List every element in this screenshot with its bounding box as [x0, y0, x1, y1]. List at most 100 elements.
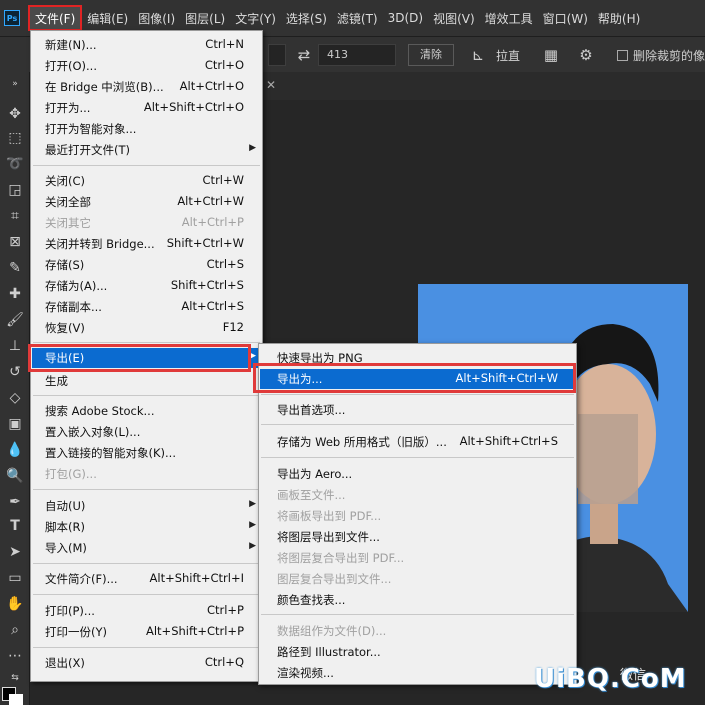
- submenu-item-render-video[interactable]: 渲染视频...: [260, 663, 575, 683]
- more-tools-icon[interactable]: ⋯: [5, 646, 25, 666]
- menu-separator: [33, 563, 260, 564]
- menu-item-revert[interactable]: 恢复(V) F12: [32, 318, 261, 338]
- submenu-item-export-aero[interactable]: 导出为 Aero...: [260, 464, 575, 484]
- menu-separator: [261, 394, 574, 395]
- gear-icon[interactable]: ⚙: [576, 45, 596, 65]
- site-watermark: UiBQ.CoM: [534, 664, 687, 694]
- eraser-tool-icon[interactable]: ◇: [5, 388, 25, 408]
- menu-item-close-others[interactable]: 关闭其它 Alt+Ctrl+P: [32, 213, 261, 233]
- menu-item-search-adobe-stock[interactable]: 搜索 Adobe Stock...: [32, 401, 261, 421]
- clear-button[interactable]: 清除: [408, 44, 454, 66]
- menu-item-open[interactable]: 打开(O)... Ctrl+O: [32, 56, 261, 76]
- tab-close-icon[interactable]: ✕: [266, 78, 276, 92]
- move-tool-icon[interactable]: ✥: [5, 104, 25, 124]
- menu-help[interactable]: 帮助(H): [593, 5, 645, 31]
- pen-tool-icon[interactable]: ✒: [5, 492, 25, 512]
- menu-item-close-all[interactable]: 关闭全部 Alt+Ctrl+W: [32, 192, 261, 212]
- delete-cropped-checkbox[interactable]: [617, 50, 628, 61]
- lasso-tool-icon[interactable]: ➰: [5, 154, 25, 174]
- gradient-tool-icon[interactable]: ▣: [5, 414, 25, 434]
- brush-tool-icon[interactable]: 🖌: [5, 310, 25, 330]
- hand-tool-icon[interactable]: ✋: [5, 594, 25, 614]
- object-select-tool-icon[interactable]: ◲: [5, 180, 25, 200]
- menu-item-generate[interactable]: 生成: [32, 371, 261, 391]
- menu-item-file-info[interactable]: 文件简介(F)... Alt+Shift+Ctrl+I: [32, 569, 261, 589]
- menu-separator: [33, 647, 260, 648]
- menu-item-scripts[interactable]: 脚本(R) ▶: [32, 517, 261, 537]
- menu-item-close-goto-bridge[interactable]: 关闭并转到 Bridge... Shift+Ctrl+W: [32, 234, 261, 254]
- submenu-arrow-icon: ▶: [249, 541, 256, 551]
- type-tool-icon[interactable]: T: [5, 516, 25, 536]
- submenu-item-export-preferences[interactable]: 导出首选项...: [260, 400, 575, 420]
- menu-item-import[interactable]: 导入(M) ▶: [32, 538, 261, 558]
- menu-filter[interactable]: 滤镜(T): [332, 5, 383, 31]
- menu-window[interactable]: 窗口(W): [538, 5, 593, 31]
- photoshop-logo[interactable]: Ps: [4, 10, 20, 26]
- menu-item-print[interactable]: 打印(P)... Ctrl+P: [32, 601, 261, 621]
- marquee-tool-icon[interactable]: ⬚: [5, 128, 25, 148]
- menu-item-new[interactable]: 新建(N)... Ctrl+N: [32, 35, 261, 55]
- menu-separator: [261, 424, 574, 425]
- swap-colors-icon[interactable]: ⇆: [5, 668, 25, 688]
- submenu-item-color-lookup-tables[interactable]: 颜色查找表...: [260, 590, 575, 610]
- menu-view[interactable]: 视图(V): [428, 5, 480, 31]
- clone-stamp-icon[interactable]: ⊥: [5, 336, 25, 356]
- rectangle-tool-icon[interactable]: ▭: [5, 568, 25, 588]
- background-color-swatch[interactable]: [9, 694, 23, 705]
- menu-separator: [261, 614, 574, 615]
- menu-separator: [33, 165, 260, 166]
- menu-separator: [261, 457, 574, 458]
- blur-tool-icon[interactable]: 💧: [5, 440, 25, 460]
- menu-item-place-linked[interactable]: 置入链接的智能对象(K)...: [32, 443, 261, 463]
- menu-plugins[interactable]: 增效工具: [480, 5, 538, 31]
- menu-item-place-embedded[interactable]: 置入嵌入对象(L)...: [32, 422, 261, 442]
- menu-item-browse-bridge[interactable]: 在 Bridge 中浏览(B)... Alt+Ctrl+O: [32, 77, 261, 97]
- crop-tool-icon[interactable]: ⌗: [5, 206, 25, 226]
- healing-brush-icon[interactable]: ✚: [5, 284, 25, 304]
- path-select-icon[interactable]: ➤: [5, 542, 25, 562]
- submenu-item-data-sets-as-files[interactable]: 数据组作为文件(D)...: [260, 621, 575, 641]
- export-as-highlight-frame: [253, 363, 576, 393]
- menu-item-close[interactable]: 关闭(C) Ctrl+W: [32, 171, 261, 191]
- zoom-tool-icon[interactable]: ⌕: [5, 620, 25, 640]
- menu-item-save-copy[interactable]: 存储副本... Alt+Ctrl+S: [32, 297, 261, 317]
- submenu-item-artboards-to-files[interactable]: 画板至文件...: [260, 485, 575, 505]
- menu-item-package[interactable]: 打包(G)...: [32, 464, 261, 484]
- export-submenu: 快速导出为 PNG 导出为... Alt+Shift+Ctrl+W 导出首选项..…: [258, 343, 577, 685]
- dodge-tool-icon[interactable]: 🔍: [5, 466, 25, 486]
- submenu-arrow-icon: ▶: [249, 499, 256, 509]
- eyedropper-tool-icon[interactable]: ✎: [5, 258, 25, 278]
- submenu-item-layer-comps-to-files[interactable]: 图层复合导出到文件...: [260, 569, 575, 589]
- submenu-item-layers-to-files[interactable]: 将图层导出到文件...: [260, 527, 575, 547]
- height-field[interactable]: 413: [318, 44, 396, 66]
- menu-edit[interactable]: 编辑(E): [82, 5, 133, 31]
- menu-item-recent-files[interactable]: 最近打开文件(T) ▶: [32, 140, 261, 160]
- grid-overlay-icon[interactable]: ▦: [541, 45, 561, 65]
- menu-item-print-one-copy[interactable]: 打印一份(Y) Alt+Shift+Ctrl+P: [32, 622, 261, 642]
- menu-item-automate[interactable]: 自动(U) ▶: [32, 496, 261, 516]
- menu-image[interactable]: 图像(I): [133, 5, 180, 31]
- submenu-item-layer-comps-to-pdf[interactable]: 将图层复合导出到 PDF...: [260, 548, 575, 568]
- width-field[interactable]: [268, 44, 286, 66]
- submenu-item-artboards-to-pdf[interactable]: 将画板导出到 PDF...: [260, 506, 575, 526]
- submenu-arrow-icon: ▶: [249, 143, 256, 153]
- menu-3d[interactable]: 3D(D): [383, 5, 428, 31]
- menu-separator: [33, 342, 260, 343]
- collapse-icon[interactable]: »: [5, 74, 25, 94]
- menu-file[interactable]: 文件(F): [28, 5, 83, 31]
- menu-item-exit[interactable]: 退出(X) Ctrl+Q: [32, 653, 261, 673]
- menu-item-save[interactable]: 存储(S) Ctrl+S: [32, 255, 261, 275]
- straighten-label[interactable]: 拉直: [496, 47, 520, 64]
- menu-item-open-as[interactable]: 打开为... Alt+Shift+Ctrl+O: [32, 98, 261, 118]
- menu-select[interactable]: 选择(S): [281, 5, 332, 31]
- submenu-item-save-for-web[interactable]: 存储为 Web 所用格式（旧版）... Alt+Shift+Ctrl+S: [260, 432, 575, 452]
- history-brush-icon[interactable]: ↺: [5, 362, 25, 382]
- submenu-item-paths-to-illustrator[interactable]: 路径到 Illustrator...: [260, 642, 575, 662]
- menu-item-save-as[interactable]: 存储为(A)... Shift+Ctrl+S: [32, 276, 261, 296]
- straighten-icon[interactable]: ⊾: [468, 45, 488, 65]
- menu-item-open-smart-object[interactable]: 打开为智能对象...: [32, 119, 261, 139]
- swap-icon[interactable]: ⇄: [294, 45, 314, 65]
- frame-tool-icon[interactable]: ⊠: [5, 232, 25, 252]
- menu-layer[interactable]: 图层(L): [180, 5, 230, 31]
- menu-type[interactable]: 文字(Y): [230, 5, 281, 31]
